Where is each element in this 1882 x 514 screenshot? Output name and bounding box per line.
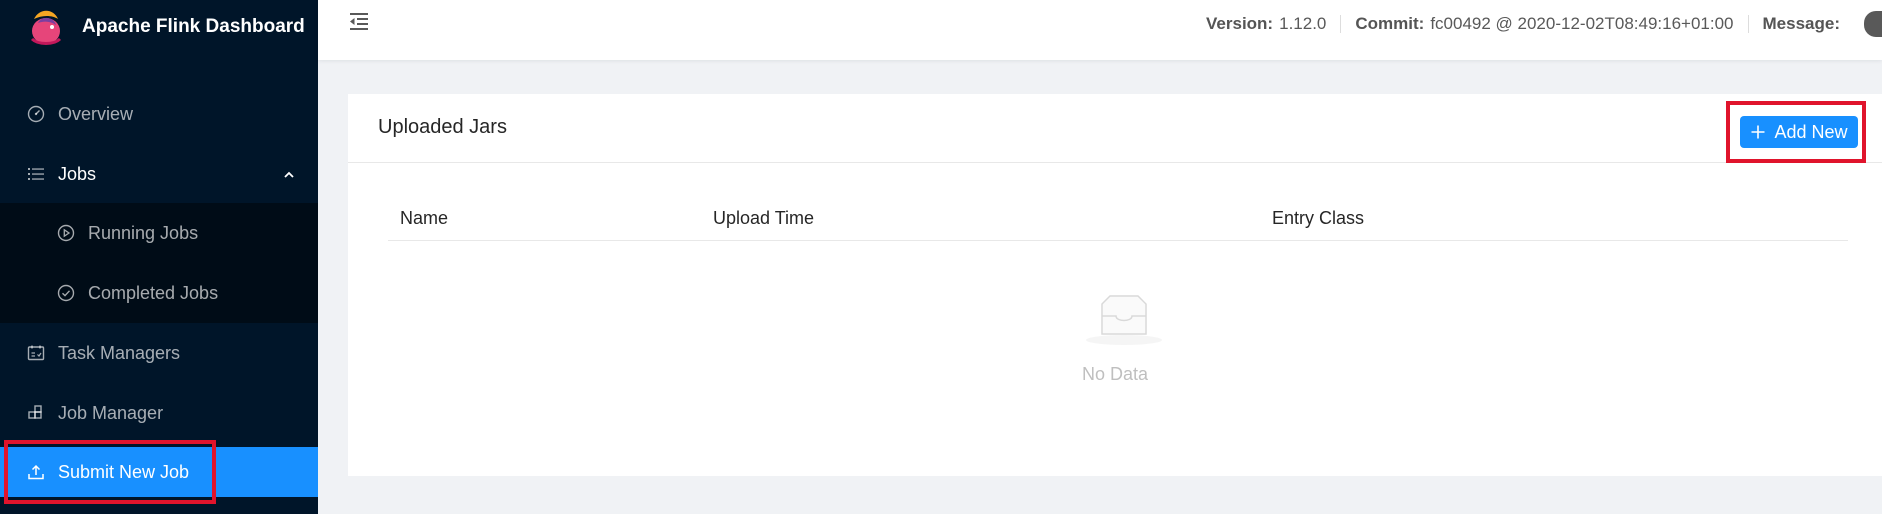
version-value: 1.12.0 <box>1279 14 1327 33</box>
sidebar-item-label: Jobs <box>58 163 97 184</box>
menu-fold-icon[interactable] <box>348 10 370 37</box>
sidebar-item-jobs[interactable]: Jobs <box>0 144 318 204</box>
upload-icon <box>26 462 46 482</box>
sidebar-item-label: Task Managers <box>58 342 181 363</box>
empty-state: No Data <box>348 294 1882 404</box>
divider <box>1747 15 1749 33</box>
sidebar-item-label: Job Manager <box>58 402 164 423</box>
list-icon <box>26 164 46 184</box>
sidebar-item-job-manager[interactable]: Job Manager <box>0 383 318 443</box>
empty-text: No Data <box>1081 364 1149 384</box>
column-header-upload-time[interactable]: Upload Time <box>713 208 814 229</box>
build-icon <box>26 403 46 423</box>
sidebar-item-label: Submit New Job <box>58 461 190 482</box>
play-circle-icon <box>56 223 76 243</box>
flink-logo <box>30 10 62 45</box>
column-header-name[interactable]: Name <box>400 208 448 229</box>
sidebar-item-task-managers[interactable]: Task Managers <box>0 323 318 383</box>
app-title: Apache Flink Dashboard <box>82 16 305 37</box>
commit-label: Commit: <box>1355 14 1425 33</box>
sidebar-item-submit-new-job[interactable]: Submit New Job <box>0 447 318 497</box>
uploaded-jars-card: Uploaded Jars Add New Name Upload Time E… <box>348 94 1882 476</box>
plus-icon <box>1750 124 1766 140</box>
brand[interactable]: Apache Flink Dashboard <box>24 0 305 54</box>
jars-table: Name Upload Time Entry Class <box>388 198 1848 241</box>
sidebar-item-label: Overview <box>58 103 134 124</box>
sidebar-item-running-jobs[interactable]: Running Jobs <box>0 203 318 263</box>
table-header: Name Upload Time Entry Class <box>388 198 1848 241</box>
app-root: Apache Flink Dashboard Overview Jobs Run… <box>0 0 1882 514</box>
sidebar: Apache Flink Dashboard Overview Jobs Run… <box>0 0 318 514</box>
message-badge-icon[interactable] <box>1864 11 1882 37</box>
sidebar-item-label: Running Jobs <box>88 222 199 243</box>
header-info: Version: 1.12.0 Commit: fc00492 @ 2020-1… <box>1206 0 1882 48</box>
sidebar-item-completed-jobs[interactable]: Completed Jobs <box>0 263 318 323</box>
message-label: Message: <box>1762 14 1840 33</box>
sidebar-item-overview[interactable]: Overview <box>0 84 318 144</box>
add-new-button[interactable]: Add New <box>1740 116 1858 148</box>
schedule-icon <box>26 343 46 363</box>
divider <box>1340 15 1342 33</box>
dashboard-icon <box>26 104 46 124</box>
commit-value: fc00492 @ 2020-12-02T08:49:16+01:00 <box>1430 14 1734 33</box>
empty-inbox-icon <box>1086 295 1162 345</box>
sidebar-item-label: Completed Jobs <box>88 282 219 303</box>
top-header: Version: 1.12.0 Commit: fc00492 @ 2020-1… <box>318 0 1882 60</box>
chevron-up-icon <box>282 166 296 187</box>
card-header: Uploaded Jars Add New <box>348 94 1882 163</box>
version-label: Version: <box>1206 14 1274 33</box>
check-circle-icon <box>56 283 76 303</box>
add-new-label: Add New <box>1774 121 1848 142</box>
card-title: Uploaded Jars <box>378 116 507 138</box>
column-header-entry-class[interactable]: Entry Class <box>1272 208 1364 229</box>
